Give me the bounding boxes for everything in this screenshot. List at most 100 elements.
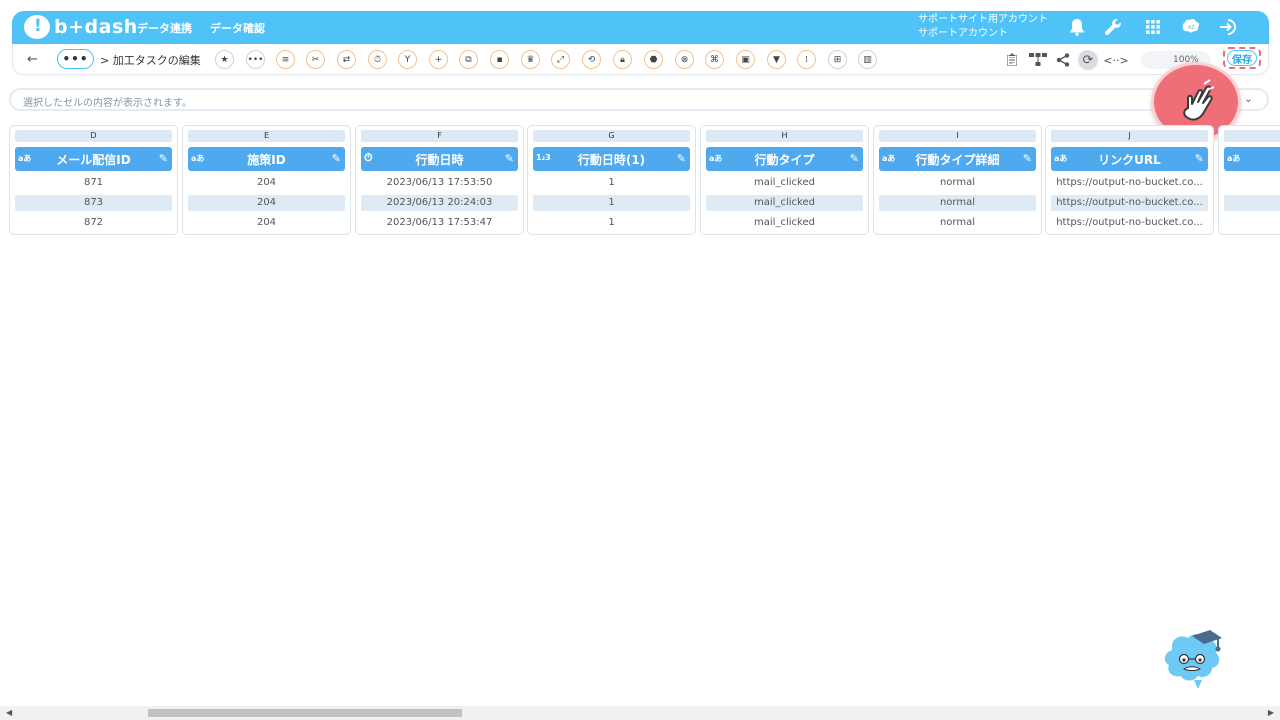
horizontal-scrollbar[interactable]: ◀ ▶ bbox=[0, 706, 1280, 720]
save-button-highlight[interactable]: 保存 bbox=[1223, 47, 1261, 69]
replace-icon[interactable]: ⇄ bbox=[337, 50, 356, 69]
wrench-icon[interactable] bbox=[1102, 16, 1124, 38]
logo-text: b+dash bbox=[54, 16, 138, 38]
column-card[interactable]: G 1₂3 行動日時(1) ✎ 1 1 1 bbox=[527, 125, 696, 235]
table-cell[interactable]: 873 bbox=[15, 195, 172, 211]
cell-content-bar[interactable]: 選択したセルの内容が表示されます。 ⌄ bbox=[9, 88, 1269, 111]
columns-icon[interactable]: ▥ bbox=[858, 50, 877, 69]
table-cell[interactable]: mail_clicked bbox=[706, 215, 863, 231]
mascot-icon[interactable] bbox=[1160, 628, 1226, 690]
logout-icon[interactable] bbox=[1218, 16, 1240, 38]
timer-icon[interactable]: ⏱ bbox=[368, 50, 387, 69]
column-card[interactable]: J aあ リンクURL ✎ https://output-no-bucket.c… bbox=[1045, 125, 1214, 235]
column-card[interactable]: F ⏱ 行動日時 ✎ 2023/06/13 17:53:50 2023/06/1… bbox=[355, 125, 524, 235]
pencil-icon[interactable]: ✎ bbox=[505, 152, 514, 165]
star-icon[interactable]: ★ bbox=[215, 50, 234, 69]
lock-icon[interactable]: 🔒︎ bbox=[613, 50, 632, 69]
plus-icon[interactable]: + bbox=[429, 50, 448, 69]
branch-icon[interactable]: Y bbox=[398, 50, 417, 69]
chevron-down-icon[interactable]: ⌄ bbox=[1244, 92, 1253, 105]
table-cell[interactable]: 1 bbox=[533, 195, 690, 211]
nav-data-check[interactable]: データ確認 bbox=[210, 20, 265, 36]
column-card[interactable]: H aあ 行動タイプ ✎ mail_clicked mail_clicked m… bbox=[700, 125, 869, 235]
table-cell[interactable] bbox=[1224, 175, 1280, 191]
scroll-right-arrow-icon[interactable]: ▶ bbox=[1268, 708, 1274, 717]
table-cell[interactable]: 204 bbox=[188, 215, 345, 231]
crown-icon[interactable]: ♛ bbox=[521, 50, 540, 69]
text-type-icon: aあ bbox=[709, 154, 723, 163]
pencil-icon[interactable]: ✎ bbox=[159, 152, 168, 165]
table-cell[interactable]: normal bbox=[879, 195, 1036, 211]
text-lines-icon[interactable]: ≡ bbox=[276, 50, 295, 69]
pencil-icon[interactable]: ✎ bbox=[850, 152, 859, 165]
back-arrow-icon[interactable]: ← bbox=[27, 52, 38, 67]
split-icon[interactable]: ⁞ bbox=[797, 50, 816, 69]
scroll-left-arrow-icon[interactable]: ◀ bbox=[6, 708, 12, 717]
refresh-doc-icon[interactable]: ⟳ bbox=[1078, 50, 1098, 70]
account-info[interactable]: サポートサイト用アカウント サポートアカウント bbox=[918, 13, 1048, 41]
table-cell[interactable]: 1 bbox=[533, 215, 690, 231]
table-cell[interactable]: 204 bbox=[188, 195, 345, 211]
column-card[interactable]: E aあ 施策ID ✎ 204 204 204 bbox=[182, 125, 351, 235]
table-cell[interactable]: 871 bbox=[15, 175, 172, 191]
table-cell[interactable]: https://output-no-bucket.co... bbox=[1051, 195, 1208, 211]
column-header[interactable]: aあ 行動タイプ ✎ bbox=[706, 147, 863, 171]
column-card[interactable]: I aあ 行動タイプ詳細 ✎ normal normal normal bbox=[873, 125, 1042, 235]
expand-icon[interactable]: ⤢ bbox=[551, 50, 570, 69]
pencil-icon[interactable]: ✎ bbox=[1023, 152, 1032, 165]
cancel-circle-icon[interactable]: ⊗ bbox=[675, 50, 694, 69]
breadcrumb-more-button[interactable]: ••• bbox=[57, 49, 94, 69]
share-icon[interactable] bbox=[1053, 50, 1073, 70]
table-grid-icon[interactable]: ⊞ bbox=[828, 50, 847, 69]
column-letter bbox=[1224, 130, 1280, 142]
frame-icon[interactable]: ▣ bbox=[736, 50, 755, 69]
table-cell[interactable]: mail_clicked bbox=[706, 195, 863, 211]
table-cell[interactable] bbox=[1224, 195, 1280, 211]
column-letter: I bbox=[879, 130, 1036, 142]
column-letter: J bbox=[1051, 130, 1208, 142]
table-cell[interactable] bbox=[1224, 215, 1280, 231]
column-header[interactable]: ⏱ 行動日時 ✎ bbox=[361, 147, 518, 171]
trash-icon[interactable]: ▪ bbox=[490, 50, 509, 69]
bdash-logo[interactable]: b+dash bbox=[24, 15, 138, 39]
more-dots-icon[interactable]: ••• bbox=[246, 50, 265, 69]
repeat-icon[interactable]: ⟲ bbox=[582, 50, 601, 69]
table-cell[interactable]: https://output-no-bucket.co... bbox=[1051, 175, 1208, 191]
copy-icon[interactable]: ⧉ bbox=[459, 50, 478, 69]
save-button[interactable]: 保存 bbox=[1227, 50, 1257, 66]
apps-grid-icon[interactable] bbox=[1142, 16, 1164, 38]
column-header[interactable]: aあ bbox=[1224, 147, 1280, 171]
table-cell[interactable]: 2023/06/13 17:53:50 bbox=[361, 175, 518, 191]
bell-icon[interactable] bbox=[1066, 16, 1088, 38]
column-header[interactable]: 1₂3 行動日時(1) ✎ bbox=[533, 147, 690, 171]
column-header[interactable]: aあ メール配信ID ✎ bbox=[15, 147, 172, 171]
table-cell[interactable]: 2023/06/13 20:24:03 bbox=[361, 195, 518, 211]
clipboard-icon[interactable]: 📋︎ bbox=[1002, 50, 1022, 70]
column-letter: D bbox=[15, 130, 172, 142]
filter-icon[interactable]: ▼ bbox=[767, 50, 786, 69]
column-card-partial[interactable]: aあ bbox=[1218, 125, 1280, 235]
pencil-icon[interactable]: ✎ bbox=[332, 152, 341, 165]
puzzle-icon[interactable]: ⌘ bbox=[705, 50, 724, 69]
table-cell[interactable]: 2023/06/13 17:53:47 bbox=[361, 215, 518, 231]
table-cell[interactable]: https://output-no-bucket.co... bbox=[1051, 215, 1208, 231]
scrollbar-thumb[interactable] bbox=[148, 709, 462, 717]
table-cell[interactable]: 872 bbox=[15, 215, 172, 231]
table-cell[interactable]: mail_clicked bbox=[706, 175, 863, 191]
column-header[interactable]: aあ リンクURL ✎ bbox=[1051, 147, 1208, 171]
column-header[interactable]: aあ 行動タイプ詳細 ✎ bbox=[879, 147, 1036, 171]
table-cell[interactable]: 1 bbox=[533, 175, 690, 191]
scissors-icon[interactable]: ✂ bbox=[306, 50, 325, 69]
pencil-icon[interactable]: ✎ bbox=[677, 152, 686, 165]
pencil-icon[interactable]: ✎ bbox=[1195, 152, 1204, 165]
nav-data-integration[interactable]: データ連携 bbox=[137, 20, 192, 36]
table-cell[interactable]: normal bbox=[879, 215, 1036, 231]
column-header[interactable]: aあ 施策ID ✎ bbox=[188, 147, 345, 171]
table-cell[interactable]: 204 bbox=[188, 175, 345, 191]
column-card[interactable]: D aあ メール配信ID ✎ 871 873 872 bbox=[9, 125, 178, 235]
support-mascot-icon[interactable]: AZ bbox=[1180, 16, 1202, 38]
bucket-icon[interactable]: ⬣ bbox=[644, 50, 663, 69]
code-arrows-icon[interactable]: <··> bbox=[1103, 50, 1129, 70]
table-cell[interactable]: normal bbox=[879, 175, 1036, 191]
hierarchy-icon[interactable] bbox=[1028, 50, 1048, 70]
